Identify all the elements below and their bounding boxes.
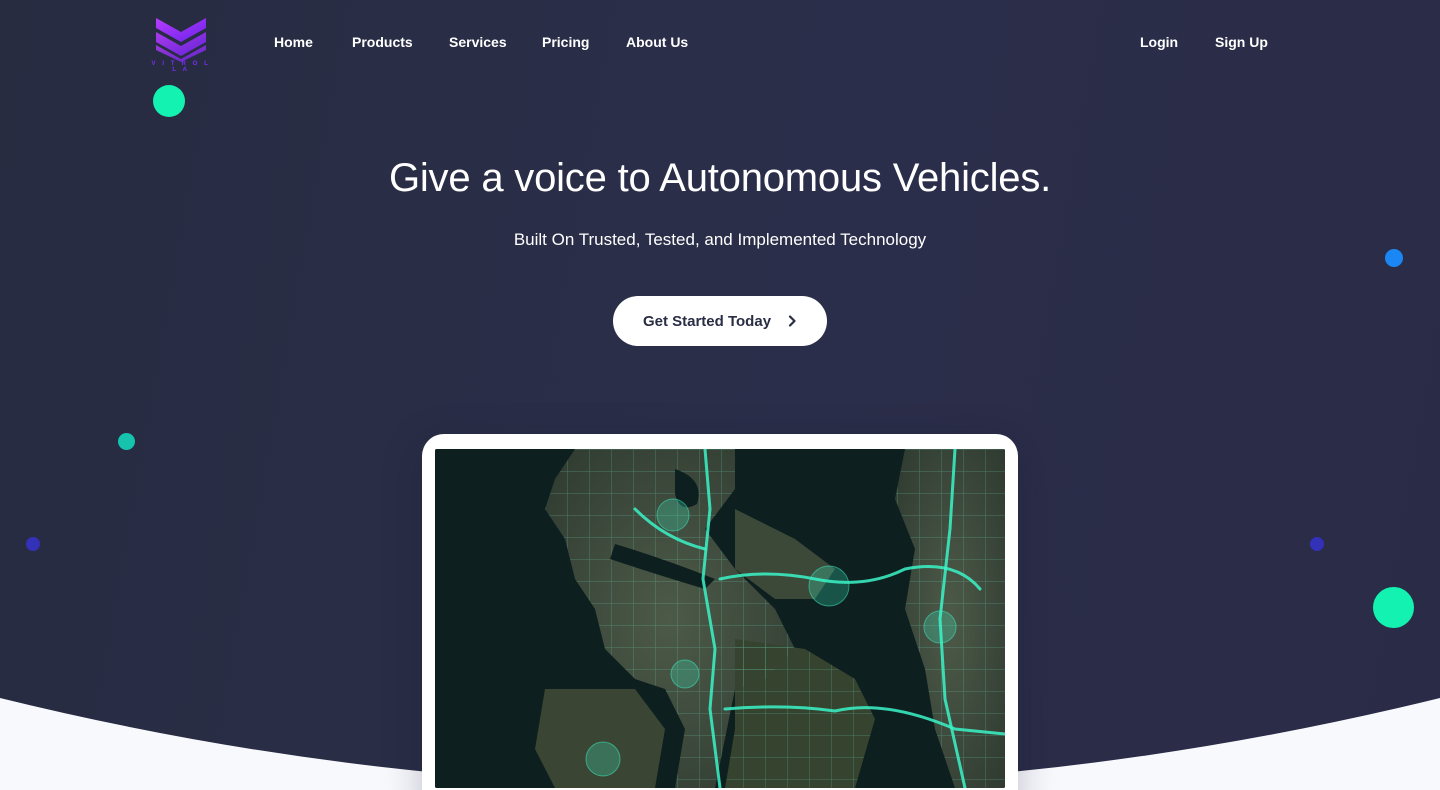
nav-products[interactable]: Products xyxy=(352,34,413,50)
nav-pricing[interactable]: Pricing xyxy=(542,34,589,50)
nav-about-us[interactable]: About Us xyxy=(626,34,688,50)
device-mockup xyxy=(422,434,1018,790)
hero-section: V I T R O L L A Home Products Services P… xyxy=(0,0,1440,790)
decor-dot-indigo-2 xyxy=(1310,537,1324,551)
decor-dot-mint-1 xyxy=(153,85,185,117)
hero-subtitle: Built On Trusted, Tested, and Implemente… xyxy=(513,230,927,249)
decor-dot-indigo-1 xyxy=(26,537,40,551)
login-link[interactable]: Login xyxy=(1140,34,1178,50)
brand-wordmark: V I T R O L L A xyxy=(151,61,211,73)
brand-logo-icon xyxy=(156,18,206,62)
hero-title: Give a voice to Autonomous Vehicles. xyxy=(388,156,1052,200)
map-illustration xyxy=(435,449,1005,788)
get-started-label: Get Started Today xyxy=(642,312,772,330)
city-map-image xyxy=(435,449,1005,788)
nav-home[interactable]: Home xyxy=(274,34,313,50)
nav-services[interactable]: Services xyxy=(449,34,507,50)
get-started-button[interactable]: Get Started Today xyxy=(613,296,827,346)
decor-dot-teal xyxy=(118,433,135,450)
signup-link[interactable]: Sign Up xyxy=(1215,34,1268,50)
chevron-right-icon xyxy=(788,315,796,327)
top-navigation: V I T R O L L A Home Products Services P… xyxy=(0,0,1440,84)
decor-dot-mint-2 xyxy=(1373,587,1414,628)
decor-dot-blue xyxy=(1385,249,1403,267)
brand-logo[interactable]: V I T R O L L A xyxy=(148,14,214,73)
